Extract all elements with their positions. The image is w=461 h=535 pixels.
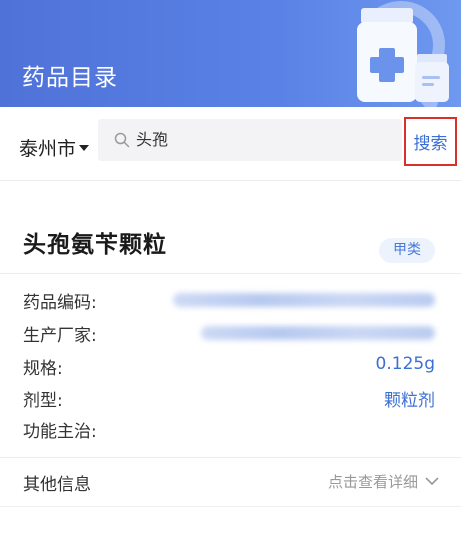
- chevron-down-icon: [425, 477, 439, 486]
- detail-row-manufacturer: 生产厂家:: [0, 321, 461, 347]
- detail-label: 剂型:: [23, 391, 63, 411]
- drug-card-header: 头孢氨苄颗粒 甲类: [0, 181, 461, 274]
- medicine-bottle-search-icon: [357, 1, 449, 107]
- caret-down-icon: [79, 145, 90, 151]
- other-info-row[interactable]: 其他信息 点击查看详细: [0, 458, 461, 506]
- blurred-value: [173, 293, 435, 307]
- detail-row-indications: 功能主治:: [0, 417, 461, 443]
- search-bar: 泰州市 搜索: [0, 107, 461, 181]
- view-details-link[interactable]: 点击查看详细: [328, 471, 439, 492]
- detail-label: 规格:: [23, 359, 63, 379]
- divider: [0, 506, 461, 507]
- detail-row-spec: 规格: 0.125g: [0, 354, 461, 380]
- page-title: 药品目录: [22, 65, 118, 91]
- app-header: 药品目录: [0, 0, 461, 107]
- detail-label: 功能主治:: [23, 422, 97, 442]
- detail-value: 颗粒剂: [384, 391, 435, 411]
- search-input[interactable]: [136, 119, 386, 161]
- blurred-value: [201, 326, 435, 340]
- detail-label: 药品编码:: [23, 293, 97, 313]
- detail-row-dosage-form: 剂型: 颗粒剂: [0, 386, 461, 412]
- city-label: 泰州市: [19, 137, 77, 160]
- detail-row-code: 药品编码:: [0, 288, 461, 314]
- other-info-label: 其他信息: [23, 475, 91, 495]
- view-details-text: 点击查看详细: [327, 473, 418, 491]
- city-selector[interactable]: 泰州市: [19, 132, 90, 162]
- category-badge: 甲类: [379, 238, 435, 263]
- search-button[interactable]: 搜索: [404, 117, 457, 166]
- drug-name: 头孢氨苄颗粒: [23, 232, 167, 258]
- detail-value: 0.125g: [375, 354, 435, 374]
- search-icon: [114, 132, 130, 148]
- detail-label: 生产厂家:: [23, 326, 97, 346]
- search-box[interactable]: [98, 119, 402, 161]
